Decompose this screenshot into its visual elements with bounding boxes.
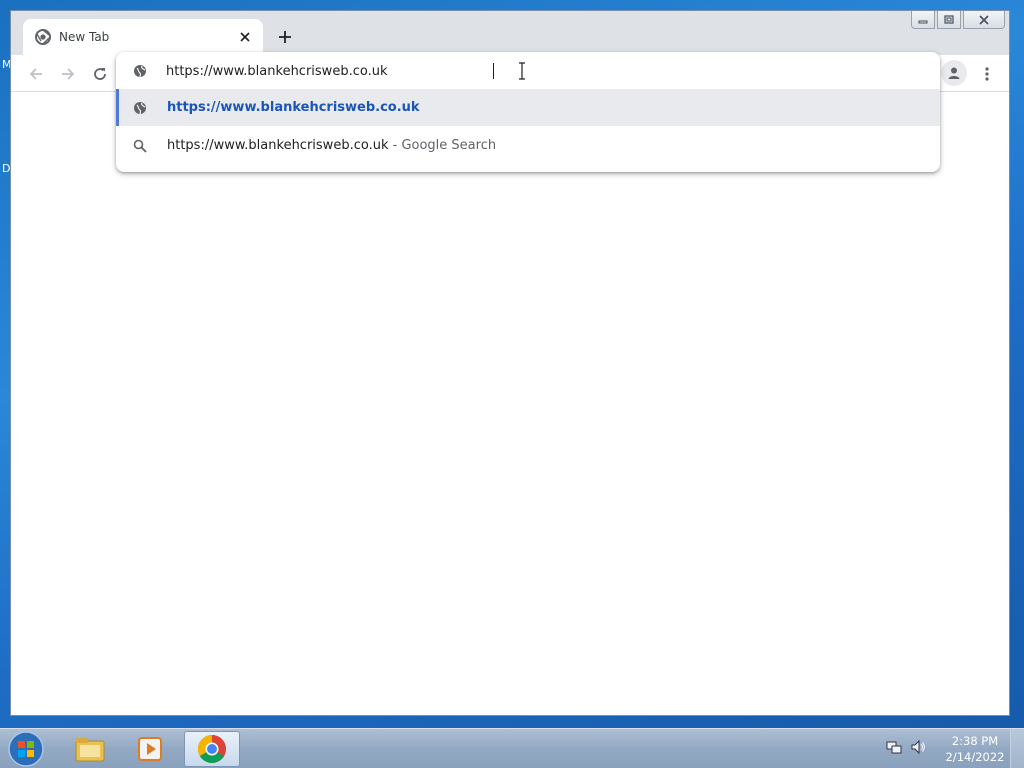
omnibox-suggestion-url[interactable]: https://www.blankehcrisweb.co.uk	[116, 89, 940, 126]
search-icon	[132, 138, 148, 154]
close-icon[interactable]	[237, 29, 253, 45]
ibeam-cursor-icon	[519, 62, 525, 80]
omnibox-dropdown: https://www.blankehcrisweb.co.uk https:/…	[116, 52, 940, 172]
network-icon[interactable]	[886, 739, 902, 755]
reload-button[interactable]	[87, 61, 113, 87]
suggestion-text: https://www.blankehcrisweb.co.uk - Googl…	[167, 138, 496, 153]
tab-title: New Tab	[59, 30, 110, 44]
windows-explorer-icon	[75, 738, 105, 762]
new-tab-button[interactable]	[273, 25, 297, 49]
suggestion-text: https://www.blankehcrisweb.co.uk	[167, 100, 420, 115]
arrow-right-icon	[62, 68, 75, 80]
system-tray	[886, 739, 926, 755]
window-controls	[911, 11, 1005, 29]
back-button[interactable]	[23, 61, 49, 87]
minimize-button[interactable]	[911, 11, 935, 29]
arrow-left-icon	[29, 68, 42, 80]
minimize-icon	[918, 20, 928, 23]
volume-icon[interactable]	[910, 739, 926, 755]
tab-strip: New Tab	[11, 11, 1009, 55]
chrome-icon	[35, 29, 51, 45]
taskbar: 2:38 PM 2/14/2022	[0, 728, 1024, 768]
restore-icon	[944, 15, 954, 24]
show-desktop-button[interactable]	[1010, 729, 1024, 768]
media-player-icon	[138, 737, 162, 761]
taskbar-explorer[interactable]	[62, 731, 118, 767]
kebab-menu-icon	[985, 67, 989, 81]
close-window-button[interactable]	[963, 11, 1005, 29]
taskbar-clock[interactable]: 2:38 PM 2/14/2022	[944, 733, 1006, 765]
selection-indicator	[116, 89, 119, 126]
start-button[interactable]	[6, 730, 46, 768]
globe-icon	[132, 100, 148, 116]
suggestion-suffix: - Google Search	[392, 138, 497, 153]
suggestion-query: https://www.blankehcrisweb.co.uk	[167, 138, 389, 153]
maximize-button[interactable]	[937, 11, 961, 29]
taskbar-chrome[interactable]	[184, 731, 240, 767]
windows-start-icon	[8, 731, 44, 767]
clock-time: 2:38 PM	[951, 734, 999, 748]
tab-new-tab[interactable]: New Tab	[23, 19, 263, 55]
close-icon	[979, 14, 989, 25]
reload-icon	[94, 68, 106, 80]
forward-button[interactable]	[55, 61, 81, 87]
plus-icon	[279, 31, 291, 43]
text-caret	[493, 63, 494, 79]
globe-icon	[132, 63, 148, 79]
address-bar-input[interactable]	[166, 60, 866, 82]
omnibox-suggestion-search[interactable]: https://www.blankehcrisweb.co.uk - Googl…	[116, 127, 940, 164]
profile-icon	[948, 67, 960, 79]
taskbar-media-player[interactable]	[122, 731, 178, 767]
chrome-icon	[198, 735, 226, 763]
browser-menu-button[interactable]	[975, 61, 999, 87]
profile-button[interactable]	[941, 60, 967, 86]
omnibox-input-row	[116, 52, 940, 89]
clock-date: 2/14/2022	[945, 750, 1005, 764]
page-content	[11, 92, 1009, 715]
